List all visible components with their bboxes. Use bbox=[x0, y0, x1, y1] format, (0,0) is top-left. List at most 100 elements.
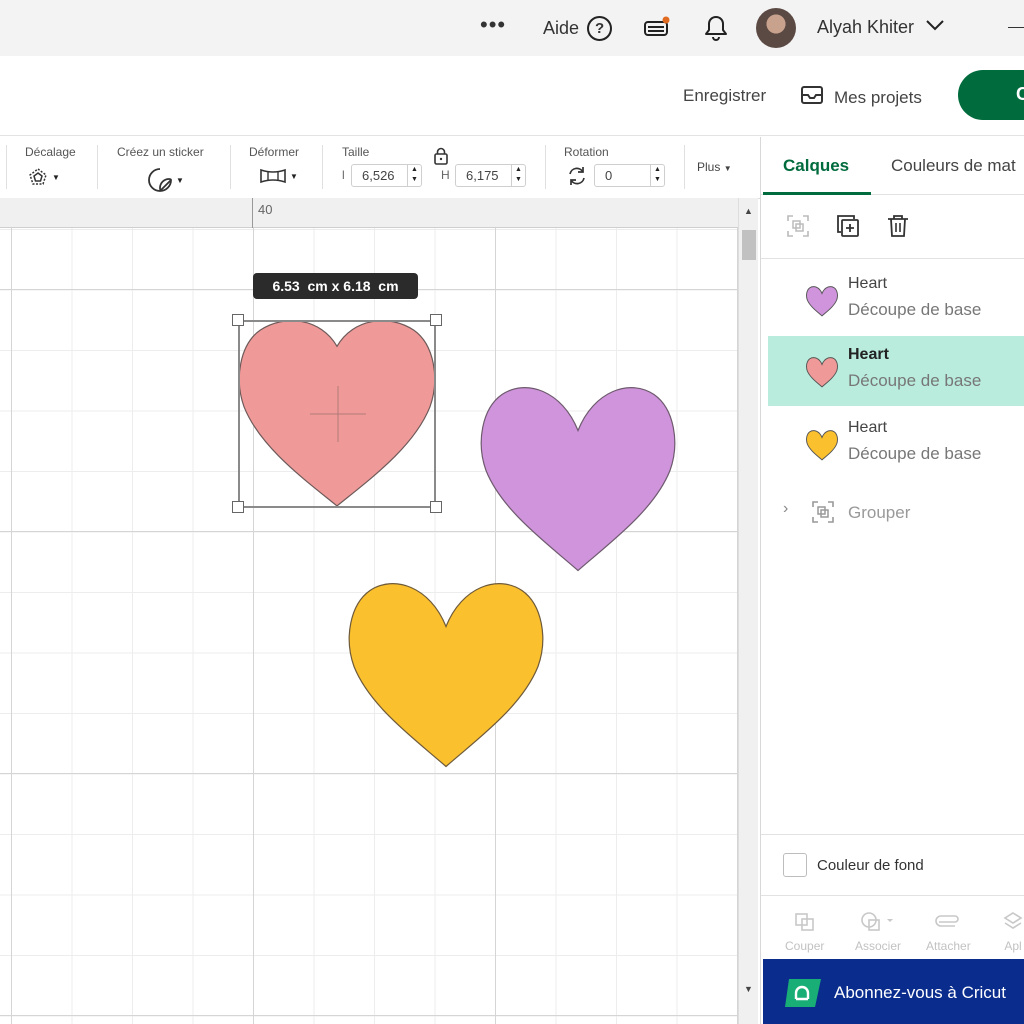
toolbar-divider bbox=[6, 145, 7, 189]
height-prefix: H bbox=[441, 168, 450, 182]
lock-icon[interactable] bbox=[433, 147, 449, 170]
duplicate-icon[interactable] bbox=[835, 213, 861, 244]
offset-tool[interactable]: Décalage ▼ bbox=[25, 145, 76, 185]
ruler-tick bbox=[252, 198, 253, 228]
layer-name: Heart bbox=[848, 346, 889, 363]
resize-handle-bottom-left[interactable] bbox=[232, 501, 244, 513]
background-color-row: Couleur de fond bbox=[761, 834, 1024, 896]
heart-purple-shape bbox=[480, 387, 676, 572]
tab-material-colors[interactable]: Couleurs de mat bbox=[891, 156, 1016, 176]
heart-swatch-purple bbox=[806, 286, 838, 317]
tab-layers[interactable]: Calques bbox=[783, 156, 849, 176]
group-icon bbox=[810, 499, 836, 530]
heart-yellow-shape bbox=[348, 583, 544, 768]
background-color-label: Couleur de fond bbox=[817, 857, 924, 874]
more-options-button[interactable]: ••• bbox=[480, 12, 506, 38]
chevron-down-icon[interactable] bbox=[925, 18, 945, 37]
size-tool: Taille bbox=[342, 145, 369, 159]
combine-button[interactable]: Associer bbox=[855, 911, 901, 953]
help-label: Aide bbox=[543, 18, 580, 38]
rotation-input[interactable]: 0 ▲ ▼ bbox=[594, 164, 665, 187]
notifications-bell-icon[interactable] bbox=[703, 14, 729, 47]
layer-operation: Découpe de base bbox=[848, 371, 982, 390]
scrollbar-thumb[interactable] bbox=[742, 230, 756, 260]
width-input[interactable]: 6,526 ▲ ▼ bbox=[351, 164, 422, 187]
my-projects-button[interactable]: Mes projets bbox=[800, 84, 922, 111]
layer-name: Heart bbox=[848, 275, 888, 292]
subscribe-banner[interactable]: Abonnez-vous à Cricut bbox=[763, 959, 1024, 1024]
height-input[interactable]: 6,175 ▲ ▼ bbox=[455, 164, 526, 187]
user-avatar[interactable] bbox=[756, 8, 796, 48]
heart-swatch-yellow bbox=[806, 430, 838, 461]
warp-tool[interactable]: Déformer ▼ bbox=[249, 145, 299, 184]
rotation-spinner[interactable]: ▲ ▼ bbox=[650, 165, 664, 186]
resize-handle-top-left[interactable] bbox=[232, 314, 244, 326]
group-row[interactable]: › Grouper bbox=[761, 497, 1024, 527]
heart-purple[interactable] bbox=[478, 382, 678, 573]
warp-icon[interactable]: ▼ bbox=[259, 167, 298, 185]
height-value: 6,175 bbox=[466, 168, 499, 183]
help-icon: ? bbox=[587, 16, 613, 41]
combine-label: Associer bbox=[855, 939, 902, 953]
make-it-button[interactable]: C bbox=[958, 70, 1024, 120]
offset-label: Décalage bbox=[25, 145, 76, 159]
scroll-down-icon[interactable]: ▼ bbox=[744, 984, 753, 994]
heart-swatch-pink bbox=[806, 357, 838, 388]
attach-button[interactable]: Attacher bbox=[926, 911, 971, 953]
top-ruler: 40 bbox=[0, 198, 738, 228]
height-spinner[interactable]: ▲ ▼ bbox=[511, 165, 525, 186]
toolbar-divider bbox=[545, 145, 546, 189]
toolbar-divider bbox=[684, 145, 685, 189]
slice-label: Couper bbox=[785, 939, 825, 953]
layer-actions: Couper Associer Attacher Apl bbox=[761, 897, 1024, 959]
sticker-tool[interactable]: Créez un sticker ▼ bbox=[117, 145, 204, 192]
layer-item-selected[interactable]: Heart Découpe de base bbox=[768, 336, 1024, 406]
cricut-access-logo-icon bbox=[783, 977, 823, 1009]
layer-operation: Découpe de base bbox=[848, 300, 982, 319]
heart-layer-icon bbox=[806, 429, 838, 466]
heart-layer-icon bbox=[806, 356, 838, 393]
expand-chevron-icon[interactable]: › bbox=[783, 500, 788, 518]
width-spinner[interactable]: ▲ ▼ bbox=[407, 165, 421, 186]
rotate-icon[interactable] bbox=[566, 165, 588, 192]
flatten-button[interactable]: Apl bbox=[1002, 911, 1024, 953]
flatten-label: Apl bbox=[1004, 939, 1022, 953]
scroll-up-icon[interactable]: ▲ bbox=[744, 206, 753, 216]
projects-inbox-icon bbox=[800, 84, 824, 111]
project-header: Enregistrer Mes projets C bbox=[0, 56, 1024, 136]
ruler-label: 40 bbox=[258, 202, 273, 217]
group-layers-icon[interactable] bbox=[785, 213, 811, 244]
save-button[interactable]: Enregistrer bbox=[683, 86, 766, 106]
toolbar-divider bbox=[322, 145, 323, 189]
center-crosshair-icon bbox=[310, 386, 366, 442]
sticker-icon[interactable]: ▼ bbox=[147, 167, 184, 193]
user-name[interactable]: Alyah Khiter bbox=[817, 17, 914, 38]
edit-toolbar: Décalage ▼ Créez un sticker ▼ Déformer ▼… bbox=[0, 137, 760, 199]
dimension-tooltip: 6.53 cm x 6.18 cm bbox=[253, 273, 418, 299]
toolbar-divider bbox=[97, 145, 98, 189]
combine-icon bbox=[861, 912, 893, 931]
offset-icon[interactable]: ▼ bbox=[27, 167, 60, 187]
panel-tabs: Calques Couleurs de mat bbox=[761, 137, 1024, 195]
layer-item[interactable]: Heart Découpe de base bbox=[768, 265, 1024, 335]
group-label: Grouper bbox=[848, 503, 911, 522]
selection-box[interactable] bbox=[238, 320, 436, 508]
vertical-scrollbar[interactable]: ▲ ▼ bbox=[738, 198, 758, 1024]
heart-yellow[interactable] bbox=[346, 578, 546, 769]
rotation-label: Rotation bbox=[564, 145, 609, 159]
width-prefix: l bbox=[342, 168, 345, 182]
machine-icon[interactable] bbox=[643, 16, 671, 45]
sticker-label: Créez un sticker bbox=[117, 145, 204, 159]
delete-trash-icon[interactable] bbox=[885, 213, 911, 244]
resize-handle-bottom-right[interactable] bbox=[430, 501, 442, 513]
background-color-checkbox[interactable] bbox=[783, 853, 807, 877]
subscribe-label: Abonnez-vous à Cricut bbox=[834, 983, 1006, 1002]
help-button[interactable]: Aide ? bbox=[543, 16, 613, 41]
more-label: Plus bbox=[697, 160, 721, 174]
minimize-window-button[interactable] bbox=[1008, 27, 1024, 28]
slice-button[interactable]: Couper bbox=[785, 911, 824, 953]
resize-handle-top-right[interactable] bbox=[430, 314, 442, 326]
more-tools-button[interactable]: Plus ▼ bbox=[697, 160, 732, 174]
rotation-value: 0 bbox=[605, 168, 613, 183]
layer-item[interactable]: Heart Découpe de base bbox=[768, 409, 1024, 479]
